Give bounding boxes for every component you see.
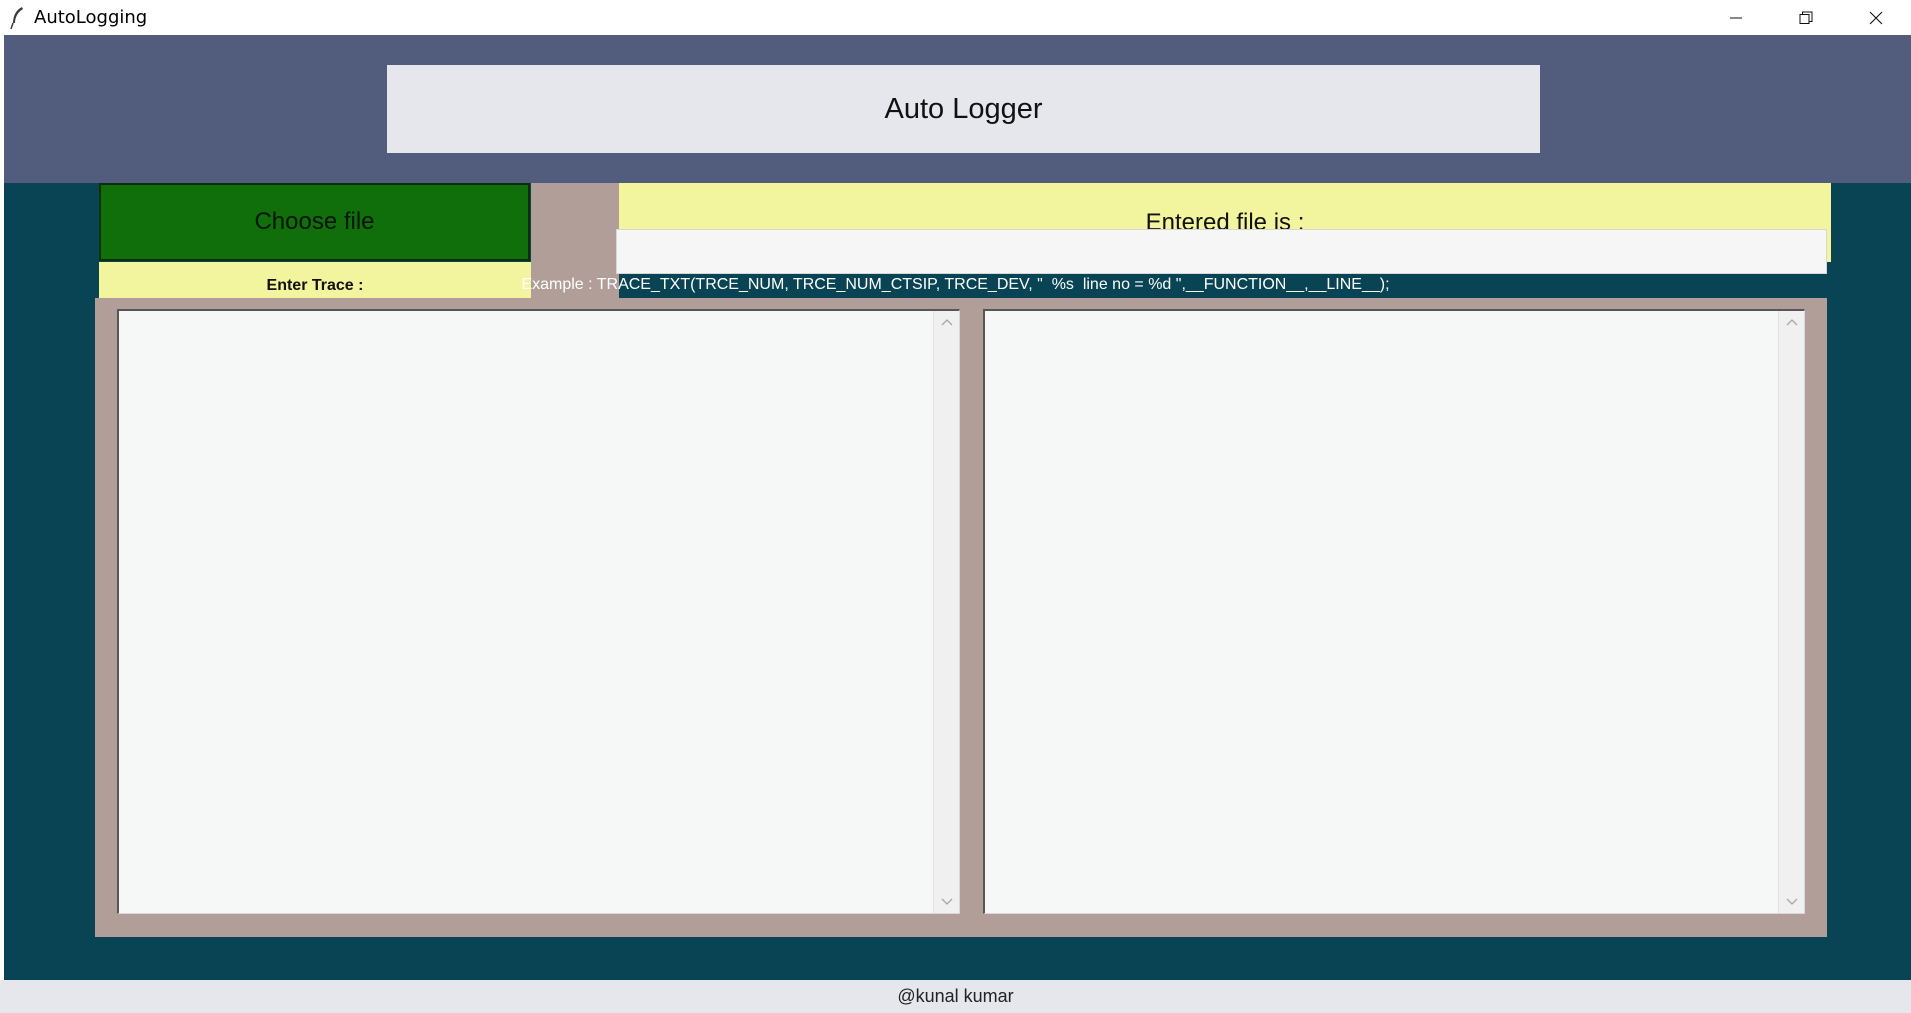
restore-icon[interactable] [1771,0,1841,35]
right-scrollbar[interactable] [1778,311,1804,913]
trace-input[interactable] [616,229,1827,274]
example-text: Example : TRACE_TXT(TRCE_NUM, TRCE_NUM_C… [521,276,1390,293]
text-panels-frame [95,298,1827,937]
right-text-area[interactable] [985,311,1778,913]
left-text-panel [117,309,960,914]
header-band: Auto Logger [4,35,1911,183]
chevron-down-icon[interactable] [934,891,959,913]
window-title: AutoLogging [34,7,148,28]
page-title: Auto Logger [387,65,1540,153]
close-icon[interactable] [1841,0,1911,35]
feather-icon [0,0,34,35]
left-text-area[interactable] [119,311,933,913]
window-titlebar: AutoLogging [0,0,1911,35]
choose-file-button[interactable]: Choose file [99,183,530,261]
chevron-down-icon[interactable] [1779,891,1804,913]
right-text-panel [983,309,1805,914]
footer-credit: @kunal kumar [0,980,1911,1013]
chevron-up-icon[interactable] [934,311,959,333]
left-scrollbar[interactable] [933,311,959,913]
chevron-up-icon[interactable] [1779,311,1804,333]
window-controls [1701,0,1911,35]
minimize-icon[interactable] [1701,0,1771,35]
